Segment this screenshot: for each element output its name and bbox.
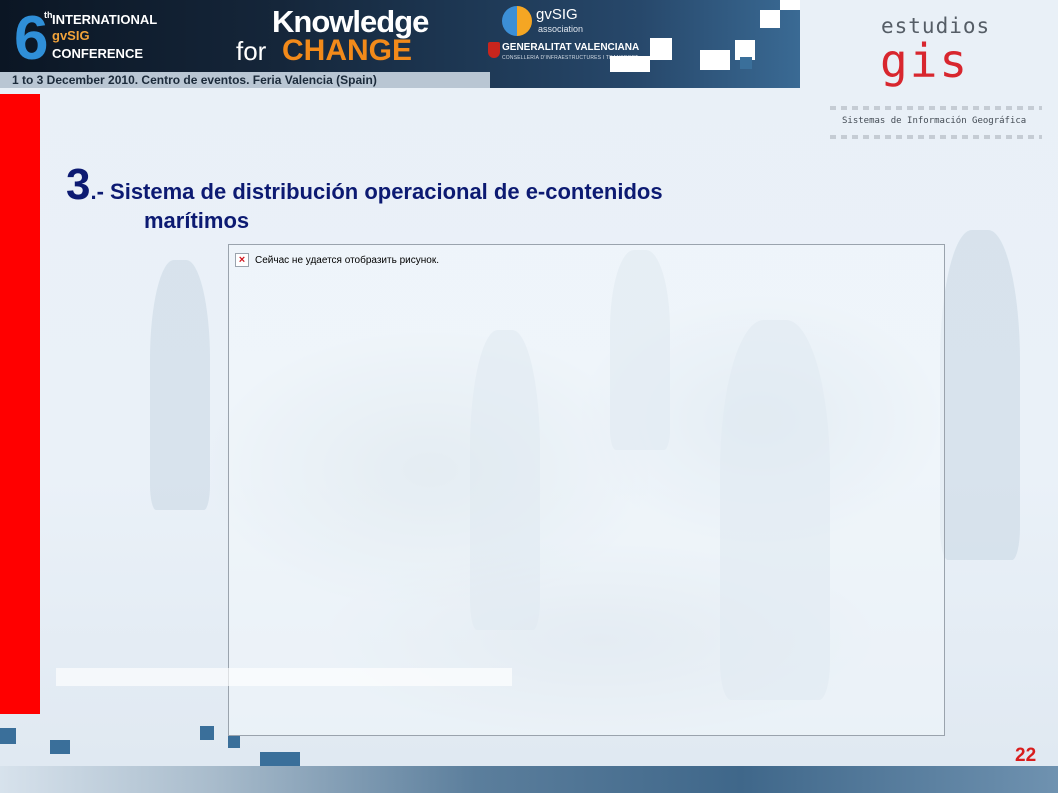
decorative-square bbox=[780, 0, 800, 10]
title-line2: marítimos bbox=[144, 208, 250, 233]
conference-line1: INTERNATIONAL bbox=[52, 12, 158, 27]
page-number: 22 bbox=[1015, 745, 1037, 766]
decorative-square bbox=[260, 752, 300, 766]
image-error: × Сейчас не удается отобразить рисунок. bbox=[235, 253, 439, 267]
decorative-square bbox=[760, 10, 780, 28]
gvsig-association: association bbox=[538, 24, 584, 34]
decorative-square bbox=[0, 728, 16, 744]
decorative-band bbox=[56, 668, 512, 686]
bottom-strip bbox=[0, 766, 1058, 793]
slide-title: 3.- Sistema de distribución operacional … bbox=[66, 160, 663, 233]
conference-line2: gvSIG bbox=[52, 28, 90, 43]
gvsig-logo-icon bbox=[502, 6, 532, 36]
title-line1: .- Sistema de distribución operacional d… bbox=[90, 179, 663, 204]
decorative-square bbox=[700, 50, 730, 70]
decorative-square bbox=[200, 726, 214, 740]
gvsig-name: gvSIG bbox=[536, 6, 578, 23]
logo-dotted-rule bbox=[830, 135, 1042, 139]
decorative-square bbox=[610, 56, 650, 72]
slogan-change: CHANGE bbox=[282, 34, 413, 67]
decorative-square bbox=[228, 736, 240, 748]
red-sidebar bbox=[0, 94, 40, 714]
logo-subtitle: Sistemas de Información Geográfica bbox=[842, 116, 1027, 126]
decorative-square bbox=[740, 57, 752, 69]
decorative-square bbox=[50, 740, 70, 754]
image-placeholder: × Сейчас не удается отобразить рисунок. bbox=[228, 244, 945, 736]
background-figure bbox=[150, 260, 210, 510]
generalitat-shield-icon bbox=[488, 42, 500, 58]
conference-date-location: 1 to 3 December 2010. Centro de eventos.… bbox=[12, 73, 377, 87]
generalitat-name: GENERALITAT VALENCIANA bbox=[502, 42, 640, 53]
slogan-for: for bbox=[236, 36, 267, 66]
decorative-square bbox=[650, 38, 672, 60]
logo-dotted-rule bbox=[830, 106, 1042, 110]
image-error-text: Сейчас не удается отобразить рисунок. bbox=[255, 254, 439, 266]
broken-image-icon: × bbox=[235, 253, 249, 267]
title-number: 3 bbox=[66, 160, 91, 209]
background-figure bbox=[940, 230, 1020, 560]
conference-line3: CONFERENCE bbox=[52, 46, 144, 61]
logo-gis: gis bbox=[880, 34, 970, 88]
conference-banner: 6 th INTERNATIONAL gvSIG CONFERENCE Know… bbox=[0, 0, 800, 88]
